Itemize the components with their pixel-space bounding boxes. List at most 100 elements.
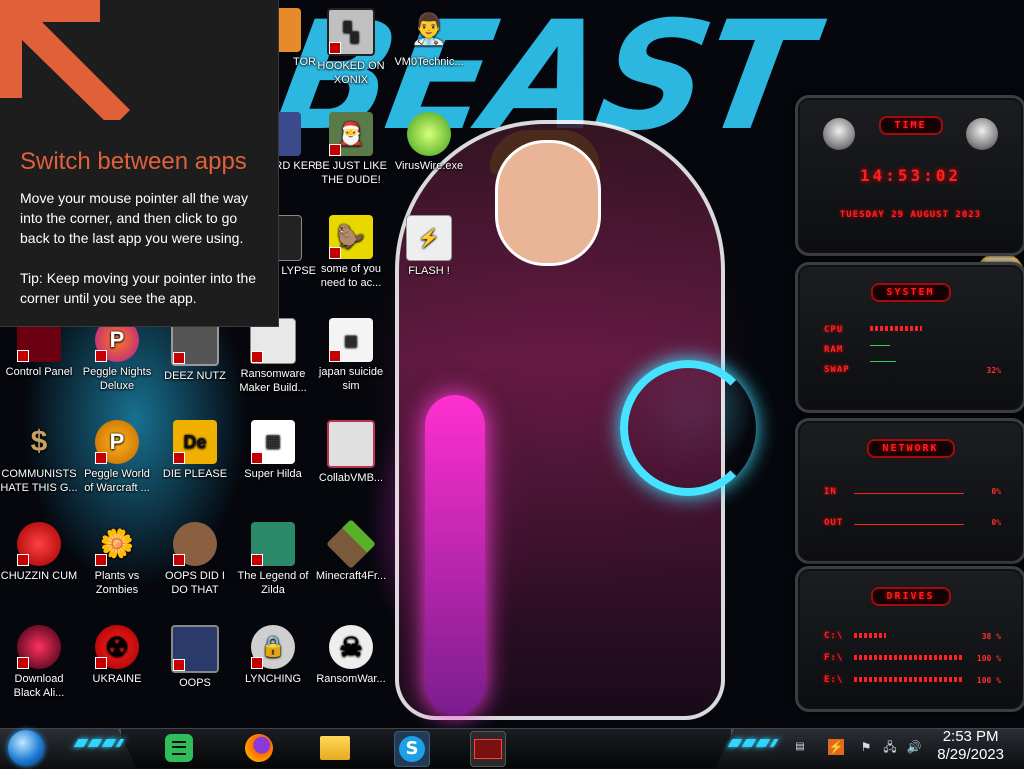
desktop-icon-deez-nutz[interactable]: DEEZ NUTZ (156, 318, 234, 383)
desktop-icon-label: BE JUST LIKE THE DUDE! (315, 160, 387, 186)
time-gadget[interactable]: TIME 14:53:02 TUESDAY 29 AUGUST 2023 (795, 95, 1024, 256)
portrait-icon (173, 522, 217, 566)
desktop-icon-label: CHUZZIN CUM (0, 570, 78, 582)
alien-head-icon (823, 118, 855, 150)
desktop-icon-hooked-on-xonix[interactable]: ▚ HOOKED ON XONIX (312, 8, 390, 87)
desktop-icon-oops[interactable]: OOPS (156, 625, 234, 690)
desktop-icon-communists[interactable]: $ COMMUNISTS HATE THIS G... (0, 420, 78, 495)
desktop-icon-label: japan suicide sim (318, 366, 384, 392)
taskbar-clock[interactable]: 2:53 PM 8/29/2023 (937, 728, 1004, 764)
network-in-graph (854, 493, 964, 494)
desktop-icon-flash[interactable]: ⚡ FLASH ! (390, 215, 468, 278)
grass-block-icon (326, 519, 376, 569)
start-orb-icon[interactable] (8, 730, 44, 766)
desktop-icon-label: VM0Technic... (394, 56, 464, 68)
desktop-icon-ransomware-maker[interactable]: Ransomware Maker Build... (234, 318, 312, 395)
desktop-icon-label: VirusWire.exe (394, 160, 464, 172)
drive-f-label: F:\ (824, 653, 844, 663)
desktop-icon-legend-of-zilda[interactable]: The Legend of Zilda (234, 522, 312, 597)
desktop-icon-label: OOPS (179, 677, 211, 689)
de-icon: De (173, 420, 217, 464)
flower-icon: 🌼 (95, 522, 139, 566)
desktop-icon-collabvm[interactable]: CollabVMB... (312, 420, 390, 485)
skull-icon: ☠ (329, 625, 373, 669)
network-gadget-title: NETWORK (866, 439, 955, 458)
system-gadget[interactable]: SYSTEM CPU RAM SWAP 32% (795, 262, 1024, 413)
tip-body: Move your mouse pointer all the way into… (20, 190, 248, 246)
spotify-icon[interactable] (162, 731, 196, 765)
monitor-icon (327, 420, 375, 468)
desktop-icon-japan-suicide-sim[interactable]: ▥ japan suicide sim (312, 318, 390, 393)
swap-label: SWAP (824, 365, 850, 375)
desktop-icon-label: Peggle World of Warcraft ... (84, 468, 150, 494)
file-explorer-icon[interactable] (318, 731, 352, 765)
chuzzle-icon (17, 522, 61, 566)
desktop-icon-label: Super Hilda (244, 468, 302, 480)
santa-icon: 🎅 (329, 112, 373, 156)
desktop-icon-chuzzin[interactable]: CHUZZIN CUM (0, 522, 78, 583)
desktop-icon-peggle-wow[interactable]: P Peggle World of Warcraft ... (78, 420, 156, 495)
wallpaper-head (495, 140, 601, 266)
desktop-icon-label: LYNCHING (244, 673, 302, 685)
desktop-icon-label: CollabVMB... (318, 472, 384, 484)
desktop-icon-oops-did-i-do-that[interactable]: OOPS DID I DO THAT (156, 522, 234, 597)
desktop-icon-be-just-like-the-dude[interactable]: 🎅 BE JUST LIKE THE DUDE! (312, 112, 390, 187)
ram-label: RAM (824, 345, 844, 355)
drive-f-percent: 100 % (976, 654, 1001, 663)
desktop-icon-minecraft[interactable]: Minecraft4Fr... (312, 519, 390, 583)
drive-f-bar (854, 655, 964, 660)
drive-e-label: E:\ (824, 675, 844, 685)
taskbar-decor-right (727, 739, 779, 747)
desktop-icon-label: DIE PLEASE (162, 468, 228, 480)
desktop-icon-peggle-nights[interactable]: P Peggle Nights Deluxe (78, 318, 156, 393)
desktop-icon-ransomwar[interactable]: ☠ RansomWar... (312, 625, 390, 686)
clock-date: 8/29/2023 (937, 746, 1004, 763)
desktop-icon-label: Peggle Nights Deluxe (82, 366, 152, 392)
drive-e-bar (854, 677, 964, 682)
desktop-icon-plants-vs-zombies[interactable]: 🌼 Plants vs Zombies (78, 522, 156, 597)
archive-icon: ▥ (329, 318, 373, 362)
app-window-icon[interactable] (470, 731, 506, 767)
desktop-icon-label: FLASH ! (408, 265, 450, 277)
switch-apps-tip[interactable]: Switch between apps Move your mouse poin… (0, 0, 279, 327)
desktop-icon-die-please[interactable]: De DIE PLEASE (156, 420, 234, 481)
tray-decor-icon: ▤ (795, 741, 805, 752)
arrow-up-left-icon (0, 0, 130, 120)
flash-document-icon: ⚡ (406, 215, 452, 261)
desktop-icon-label: Download Black Ali... (13, 673, 65, 699)
desktop-icon-lynching[interactable]: 🔒 LYNCHING (234, 625, 312, 686)
tip-title: Switch between apps (20, 148, 247, 175)
firefox-icon[interactable] (242, 731, 276, 765)
drive-c-bar (854, 633, 886, 638)
desktop-icon-ukraine[interactable]: ☢ UKRAINE (78, 625, 156, 686)
cpu-label: CPU (824, 325, 844, 335)
flash-tray-icon[interactable]: ⚡ (828, 739, 844, 755)
desktop-icon-label: The Legend of Zilda (237, 570, 309, 596)
lock-icon: 🔒 (251, 625, 295, 669)
desktop-icon-super-hilda[interactable]: ▦ Super Hilda (234, 420, 312, 481)
desktop-icon-viruswire[interactable]: VirusWire.exe (390, 112, 468, 173)
desktop-icon-label: RansomWar... (316, 673, 386, 685)
alien-head-icon (966, 118, 998, 150)
skype-icon[interactable]: S (394, 731, 430, 767)
volume-icon[interactable]: 🔊 (906, 739, 922, 755)
desktop-icon-control-panel[interactable]: Control Panel (0, 318, 78, 379)
swap-graph (870, 361, 896, 362)
action-center-icon[interactable]: ⚑ (858, 739, 874, 755)
lime-icon (407, 112, 451, 156)
desktop-icon-label: Plants vs Zombies (94, 570, 140, 596)
drives-gadget[interactable]: DRIVES C:\ 38 % F:\ 100 % E:\ 100 % (795, 566, 1024, 712)
xonix-icon: ▚ (327, 8, 375, 56)
network-icon[interactable]: 🖧 (882, 739, 898, 755)
network-out-label: OUT (824, 518, 844, 528)
desktop-icon-some-of-you[interactable]: 🦫 some of you need to ac... (312, 215, 390, 290)
clock-time: 2:53 PM (942, 728, 999, 745)
network-gadget[interactable]: NETWORK IN 0% OUT 0% (795, 418, 1024, 564)
pixel-character-icon: ▦ (251, 420, 295, 464)
desktop-icon-vm0technic[interactable]: 👨‍⚕ VM0Technic... (390, 8, 468, 69)
ram-graph (870, 345, 890, 346)
alien-icon (17, 625, 61, 669)
taskbar-decor-left (73, 739, 125, 747)
desktop-icon-download-black-ali[interactable]: Download Black Ali... (0, 625, 78, 700)
cpu-bar (870, 326, 922, 331)
